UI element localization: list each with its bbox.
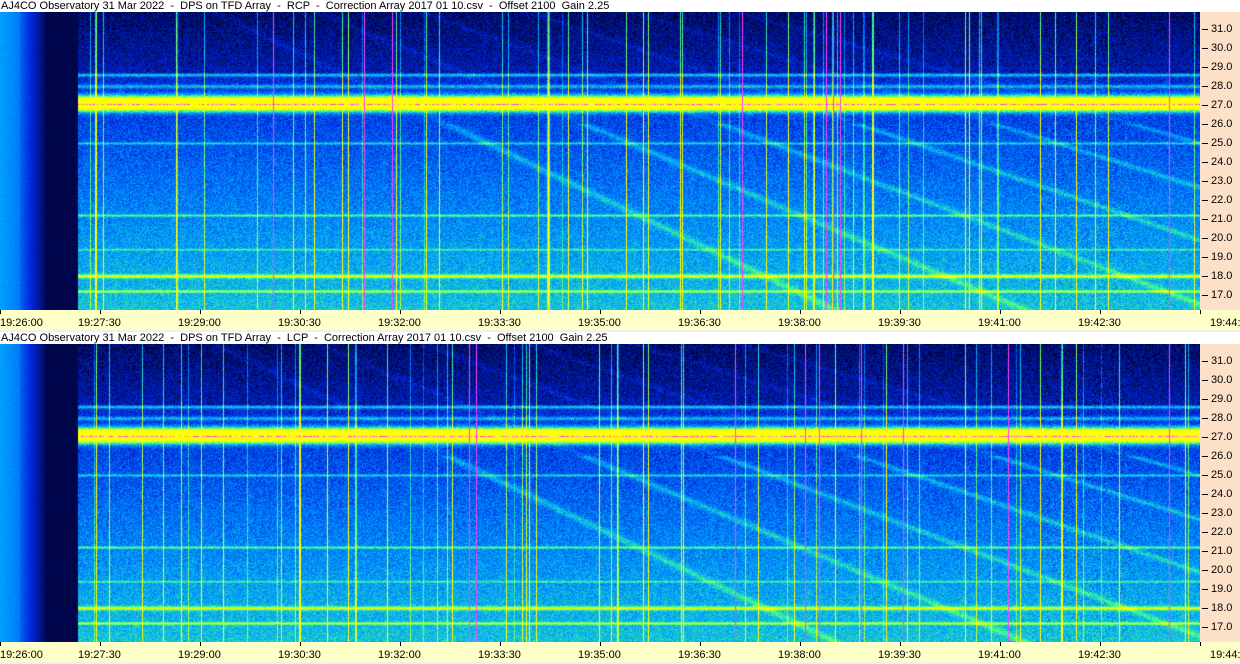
rcp-panel: AJ4CO Observatory 31 Mar 2022 - DPS on T… <box>0 0 1240 330</box>
y-tick-label: 24.0 <box>1200 156 1240 168</box>
y-axis: 31.0 30.0 29.0 28.0 27.0 26.0 25.0 24.0 23.0 22.0… <box>1200 12 1240 310</box>
lcp-panel: AJ4CO Observatory 31 Mar 2022 - DPS on T… <box>0 332 1240 662</box>
y-tick-label: 25.0 <box>1200 137 1240 149</box>
y-tick-label: 29.0 <box>1200 61 1240 73</box>
y-tick-label: 31.0 <box>1200 355 1240 367</box>
x-axis: 19:26:00 19:27:30 19:29:00 19:30:30 19:32:00… <box>0 310 1240 330</box>
y-axis: 31.0 30.0 29.0 28.0 27.0 26.0 25.0 24.0 23.0 22.0… <box>1200 344 1240 642</box>
y-tick-label: 28.0 <box>1200 80 1240 92</box>
y-tick-label: 29.0 <box>1200 393 1240 405</box>
y-tick-label: 26.0 <box>1200 118 1240 130</box>
y-tick-label: 19.0 <box>1200 251 1240 263</box>
y-tick-label: 23.0 <box>1200 507 1240 519</box>
y-tick-label: 21.0 <box>1200 213 1240 225</box>
y-tick-label: 22.0 <box>1200 526 1240 538</box>
y-tick-label: 18.0 <box>1200 602 1240 614</box>
y-tick-label: 21.0 <box>1200 545 1240 557</box>
spectrogram <box>0 344 1200 642</box>
y-tick-label: 30.0 <box>1200 42 1240 54</box>
y-tick-label: 25.0 <box>1200 469 1240 481</box>
y-tick-label: 19.0 <box>1200 583 1240 595</box>
y-tick-label: 30.0 <box>1200 374 1240 386</box>
y-tick-label: 18.0 <box>1200 270 1240 282</box>
y-tick-label: 22.0 <box>1200 194 1240 206</box>
y-tick-label: 23.0 <box>1200 175 1240 187</box>
spectrogram-canvas <box>0 344 1200 642</box>
y-tick-label: 26.0 <box>1200 450 1240 462</box>
y-tick-label: 17.0 <box>1200 621 1240 633</box>
y-tick-label: 20.0 <box>1200 564 1240 576</box>
y-tick-label: 27.0 <box>1200 99 1240 111</box>
y-tick-label: 17.0 <box>1200 289 1240 301</box>
y-tick-label: 31.0 <box>1200 23 1240 35</box>
y-tick-label: 24.0 <box>1200 488 1240 500</box>
y-tick-label: 28.0 <box>1200 412 1240 424</box>
y-tick-label: 20.0 <box>1200 232 1240 244</box>
chart-title: AJ4CO Observatory 31 Mar 2022 - DPS on T… <box>0 0 1240 12</box>
spectrogram <box>0 12 1200 310</box>
chart-title: AJ4CO Observatory 31 Mar 2022 - DPS on T… <box>0 332 1240 344</box>
spectrogram-canvas <box>0 12 1200 310</box>
x-axis: 19:26:00 19:27:30 19:29:00 19:30:30 19:32:00… <box>0 642 1240 662</box>
y-tick-label: 27.0 <box>1200 431 1240 443</box>
